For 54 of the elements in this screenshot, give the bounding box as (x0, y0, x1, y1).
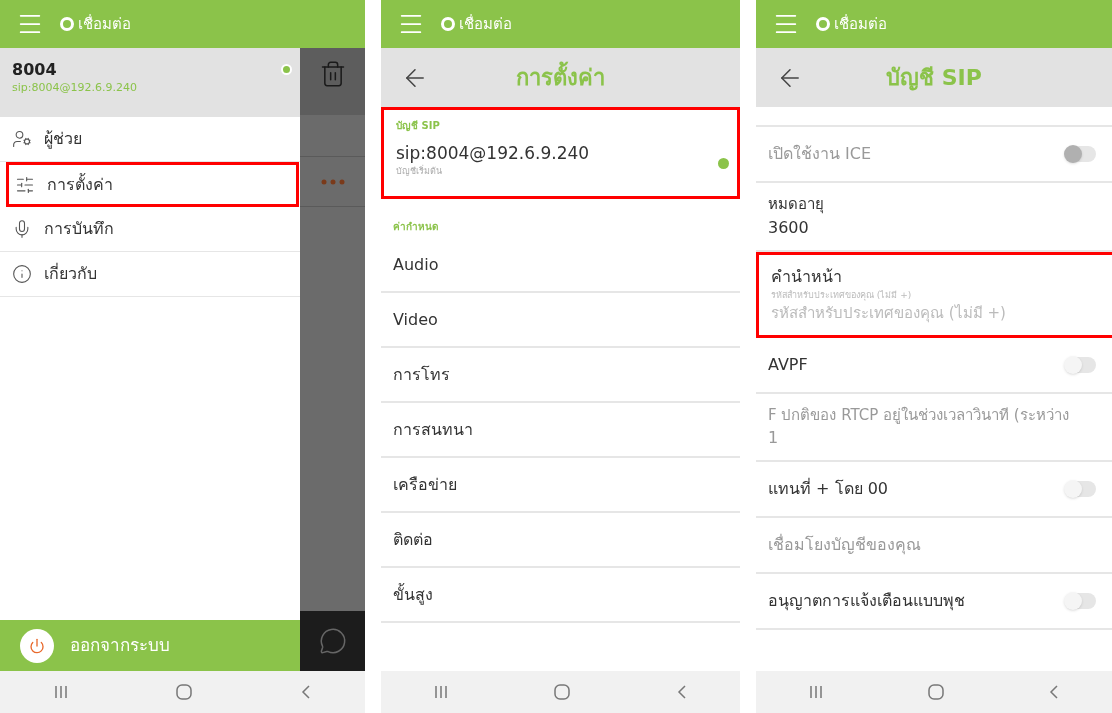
more-dots-icon[interactable] (320, 178, 345, 185)
home-icon[interactable] (176, 684, 193, 700)
settings-row[interactable]: แทนที่ + โดย 00 (756, 462, 1112, 518)
settings-row[interactable]: คำนำหน้า รหัสสำหรับประเทศของคุณ (ไม่มี +) รหัสสำหรับประเทศของคุณ (ไม่มี +) (756, 251, 1112, 338)
account-name: 8004 (12, 60, 58, 80)
toggle-switch[interactable] (1066, 481, 1096, 497)
connection-status: เชื่อมต่อ (834, 13, 887, 35)
connection-ring-icon (816, 17, 830, 31)
screen-title: บัญชี SIP (886, 64, 982, 93)
section-label: ค่ากำหนด (392, 220, 439, 234)
row-value: 3600 (768, 216, 810, 239)
settings-item[interactable]: Audio (381, 238, 740, 293)
back-icon[interactable] (300, 685, 311, 699)
settings-item[interactable]: ติดต่อ (381, 513, 740, 568)
screen-title: การตั้งค่า (516, 61, 605, 94)
home-icon[interactable] (928, 684, 944, 700)
settings-item[interactable]: ขั้นสูง (381, 568, 740, 623)
settings-row[interactable]: หมดอายุ 3600 (756, 183, 1112, 252)
back-icon[interactable] (1049, 685, 1060, 699)
section-label: บัญชี SIP (396, 119, 441, 133)
settings-row[interactable]: อนุญาตการแจ้งเตือนแบบพุช (756, 574, 1112, 630)
recent-apps-icon[interactable] (434, 685, 449, 699)
connection-ring-icon (60, 17, 74, 31)
menu-item[interactable]: การตั้งค่า (6, 162, 299, 207)
about-icon (12, 264, 32, 284)
account-address: sip:8004@192.6.9.240 (12, 80, 138, 96)
account-section[interactable]: บัญชี SIP sip:8004@192.6.9.240 บัญชีเริ่มต้น (381, 107, 740, 199)
settings-icon (15, 174, 35, 195)
toggle-switch[interactable] (1066, 356, 1096, 373)
settings-item[interactable]: การสนทนา (381, 403, 740, 458)
toggle-switch[interactable] (1066, 593, 1096, 609)
row-hint: รหัสสำหรับประเทศของคุณ (ไม่มี +) (771, 288, 913, 302)
power-icon (20, 628, 54, 663)
connection-status: เชื่อมต่อ (78, 13, 131, 35)
assistant-icon (12, 129, 32, 149)
connection-ring-icon (441, 17, 455, 31)
recent-apps-icon[interactable] (54, 685, 69, 699)
settings-row[interactable]: AVPF (756, 337, 1112, 394)
account-subtitle: บัญชีเริ่มต้น (396, 165, 443, 178)
account-address: sip:8004@192.6.9.240 (396, 142, 591, 165)
settings-item[interactable]: Video (381, 293, 740, 348)
row-label: หมดอายุ (768, 194, 825, 216)
settings-item[interactable]: การโทร (381, 348, 740, 403)
row-label: คำนำหน้า (771, 265, 843, 288)
recent-apps-icon[interactable] (808, 685, 823, 699)
row-value: 1 (768, 427, 780, 449)
row-label: F ปกติของ RTCP อยู่ในช่วงเวลาวินาที (ระหว่าง (768, 404, 1070, 426)
account-header[interactable]: 8004 sip:8004@192.6.9.240 (0, 48, 300, 117)
input-field[interactable]: รหัสสำหรับประเทศของคุณ (ไม่มี +) (771, 302, 1100, 325)
settings-item[interactable]: เครือข่าย (381, 458, 740, 513)
back-icon[interactable] (676, 685, 687, 699)
chat-icon[interactable] (318, 627, 347, 655)
connection-status: เชื่อมต่อ (459, 13, 512, 35)
home-icon[interactable] (554, 684, 571, 700)
